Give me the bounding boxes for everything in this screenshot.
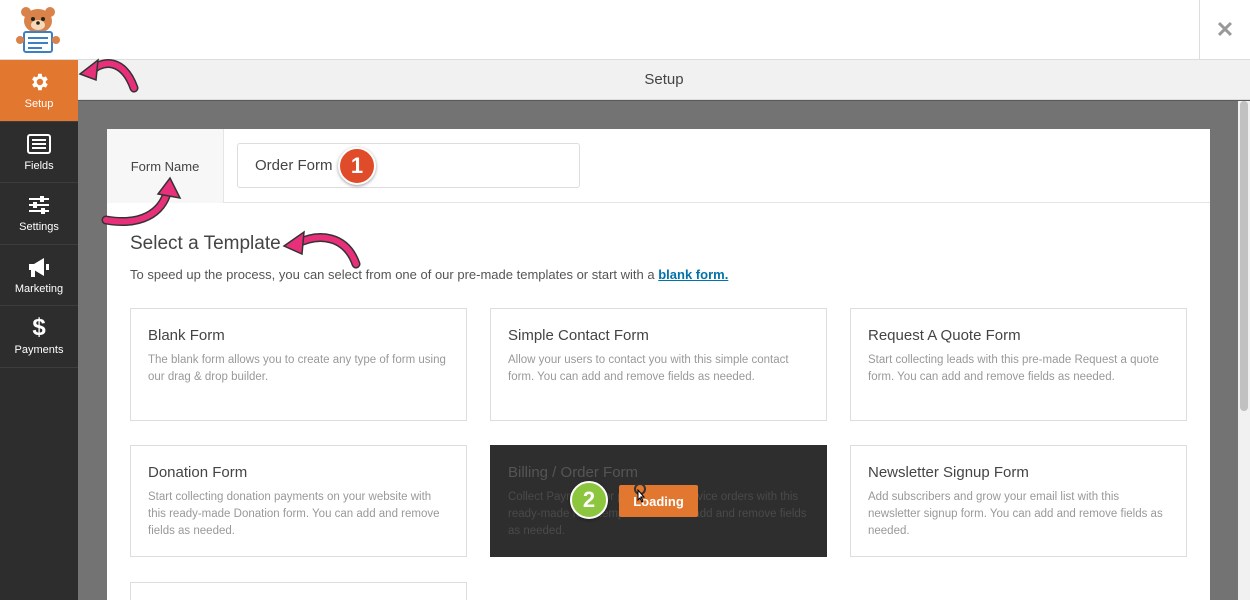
megaphone-icon (27, 255, 51, 279)
page-title: Setup (644, 71, 684, 88)
template-card-title: Billing / Order Form (508, 464, 639, 481)
sidebar: Setup Fields Settings Marketing $ Paymen… (0, 60, 78, 600)
template-card-partial[interactable] (130, 582, 467, 600)
gear-icon (27, 70, 51, 94)
sidebar-item-label: Marketing (14, 282, 64, 295)
template-card-title: Donation Form (148, 464, 248, 481)
template-card-title: Simple Contact Form (508, 327, 649, 344)
sidebar-item-setup[interactable]: Setup (0, 60, 78, 122)
sidebar-item-settings[interactable]: Settings (0, 183, 78, 245)
template-card-title: Newsletter Signup Form (868, 464, 1029, 481)
sidebar-item-fields[interactable]: Fields (0, 122, 78, 183)
template-card-desc: The blank form allows you to create any … (148, 354, 446, 383)
description-text: To speed up the process, you can select … (130, 267, 655, 282)
template-card-desc: Allow your users to contact you with thi… (508, 354, 789, 383)
template-card-desc: Add subscribers and grow your email list… (868, 491, 1163, 537)
close-button[interactable]: ✕ (1199, 0, 1250, 60)
template-card-newsletter[interactable]: Newsletter Signup Form Add subscribers a… (850, 445, 1187, 557)
template-card-desc: Start collecting leads with this pre-mad… (868, 354, 1159, 383)
close-icon[interactable]: ✕ (1216, 17, 1234, 43)
step-2-badge: 2 (570, 481, 608, 519)
step-1-badge: 1 (338, 147, 376, 185)
template-card-title: Blank Form (148, 327, 225, 344)
select-template-description: To speed up the process, you can select … (130, 267, 728, 282)
sidebar-item-label: Fields (24, 159, 54, 172)
scrollbar-thumb[interactable] (1240, 101, 1248, 411)
annotation-arrow-icon (101, 176, 182, 226)
setup-header: Setup (78, 60, 1250, 100)
sidebar-item-marketing[interactable]: Marketing (0, 245, 78, 306)
top-bar: ✕ (0, 0, 1250, 60)
select-template-heading: Select a Template (130, 233, 281, 254)
sliders-icon (27, 193, 51, 217)
form-name-row: Form Name (107, 129, 1210, 203)
annotation-arrow-icon (282, 230, 361, 269)
template-card-request-quote[interactable]: Request A Quote Form Start collecting le… (850, 308, 1187, 421)
loading-button[interactable]: Loading (619, 485, 698, 517)
cursor-pointer-icon (634, 484, 646, 503)
sidebar-item-label: Setup (24, 98, 54, 111)
annotation-arrow-icon (78, 58, 139, 93)
template-card-donation[interactable]: Donation Form Start collecting donation … (130, 445, 467, 557)
sidebar-item-label: Payments (14, 344, 64, 357)
sidebar-item-label: Settings (19, 221, 59, 234)
sidebar-item-payments[interactable]: $ Payments (0, 306, 78, 368)
template-card-simple-contact[interactable]: Simple Contact Form Allow your users to … (490, 308, 827, 421)
template-card-blank[interactable]: Blank Form The blank form allows you to … (130, 308, 467, 421)
template-card-title: Request A Quote Form (868, 327, 1021, 344)
fields-icon (27, 132, 51, 156)
dollar-icon: $ (32, 314, 46, 342)
blank-form-link[interactable]: blank form. (658, 267, 728, 282)
template-card-desc: Start collecting donation payments on yo… (148, 491, 440, 537)
form-name-input[interactable] (237, 143, 580, 188)
wpforms-logo-icon (8, 6, 64, 54)
